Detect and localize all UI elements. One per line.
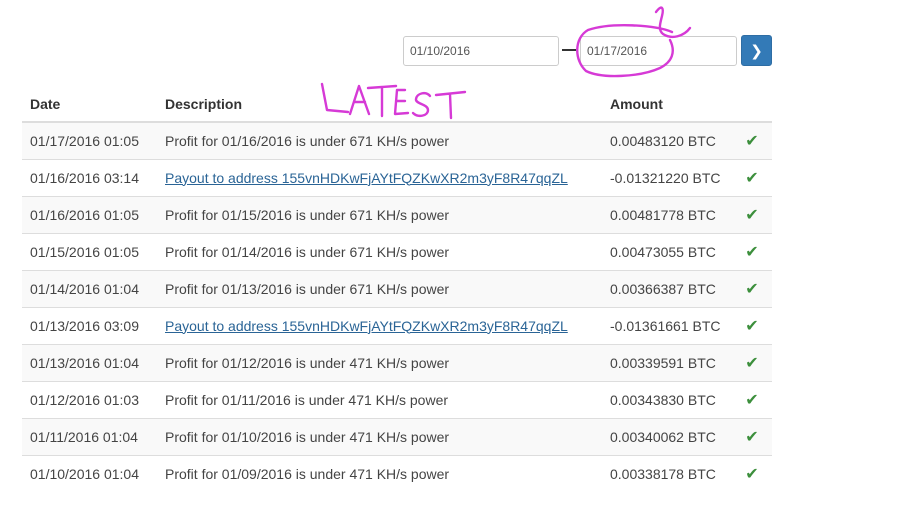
row-description-cell: Profit for 01/16/2016 is under 671 KH/s … bbox=[157, 121, 602, 159]
row-date: 01/10/2016 01:04 bbox=[22, 454, 157, 492]
row-amount: 0.00473055 BTC bbox=[602, 232, 732, 270]
row-description-cell: Profit for 01/15/2016 is under 671 KH/s … bbox=[157, 195, 602, 233]
row-description: Profit for 01/13/2016 is under 671 KH/s … bbox=[165, 280, 450, 297]
check-icon: ✔ bbox=[745, 465, 759, 483]
payout-address-link[interactable]: Payout to address 155vnHDKwFjAYtFQZKwXR2… bbox=[165, 318, 568, 334]
row-amount: 0.00481778 BTC bbox=[602, 195, 732, 233]
row-description-cell: Payout to address 155vnHDKwFjAYtFQZKwXR2… bbox=[157, 306, 602, 344]
row-description: Profit for 01/10/2016 is under 471 KH/s … bbox=[165, 428, 450, 445]
table-row: 01/15/2016 01:05 Profit for 01/14/2016 is… bbox=[22, 232, 772, 270]
row-description-cell: Profit for 01/09/2016 is under 471 KH/s … bbox=[157, 454, 602, 492]
check-icon: ✔ bbox=[745, 243, 759, 261]
column-header-amount: Amount bbox=[602, 86, 732, 123]
row-amount: 0.00340062 BTC bbox=[602, 417, 732, 455]
row-amount: 0.00343830 BTC bbox=[602, 380, 732, 418]
row-description-cell: Profit for 01/10/2016 is under 471 KH/s … bbox=[157, 417, 602, 455]
payout-address-link[interactable]: Payout to address 155vnHDKwFjAYtFQZKwXR2… bbox=[165, 170, 568, 186]
row-date: 01/15/2016 01:05 bbox=[22, 232, 157, 270]
table-row: 01/16/2016 03:14 Payout to address 155vnH… bbox=[22, 158, 772, 196]
row-amount: 0.00338178 BTC bbox=[602, 454, 732, 492]
row-description-cell: Profit for 01/11/2016 is under 471 KH/s … bbox=[157, 380, 602, 418]
row-date: 01/16/2016 01:05 bbox=[22, 195, 157, 233]
row-description: Profit for 01/15/2016 is under 671 KH/s … bbox=[165, 206, 450, 223]
row-date: 01/14/2016 01:04 bbox=[22, 269, 157, 307]
check-icon: ✔ bbox=[745, 317, 759, 335]
check-icon: ✔ bbox=[745, 280, 759, 298]
table-row: 01/13/2016 01:04 Profit for 01/12/2016 is… bbox=[22, 343, 772, 381]
row-status: ✔ bbox=[732, 232, 772, 270]
chevron-right-icon: ❯ bbox=[750, 42, 763, 60]
table-row: 01/10/2016 01:04 Profit for 01/09/2016 is… bbox=[22, 454, 772, 492]
row-amount: 0.00339591 BTC bbox=[602, 343, 732, 381]
row-status: ✔ bbox=[732, 417, 772, 455]
column-header-status bbox=[732, 86, 772, 123]
table-row: 01/12/2016 01:03 Profit for 01/11/2016 is… bbox=[22, 380, 772, 418]
row-description: Profit for 01/11/2016 is under 471 KH/s … bbox=[165, 391, 449, 408]
table-row: 01/16/2016 01:05 Profit for 01/15/2016 is… bbox=[22, 195, 772, 233]
annotation-flourish bbox=[654, 6, 692, 39]
row-date: 01/12/2016 01:03 bbox=[22, 380, 157, 418]
row-status: ✔ bbox=[732, 454, 772, 492]
table-row: 01/13/2016 03:09 Payout to address 155vnH… bbox=[22, 306, 772, 344]
check-icon: ✔ bbox=[745, 132, 759, 150]
check-icon: ✔ bbox=[745, 428, 759, 446]
transactions-body: 01/17/2016 01:05 Profit for 01/16/2016 is… bbox=[22, 121, 772, 492]
row-description: Profit for 01/14/2016 is under 671 KH/s … bbox=[165, 243, 450, 260]
row-status: ✔ bbox=[732, 306, 772, 344]
table-row: 01/11/2016 01:04 Profit for 01/10/2016 is… bbox=[22, 417, 772, 455]
from-date-input[interactable] bbox=[403, 36, 559, 66]
check-icon: ✔ bbox=[745, 391, 759, 409]
row-description: Profit for 01/12/2016 is under 471 KH/s … bbox=[165, 354, 450, 371]
row-date: 01/16/2016 03:14 bbox=[22, 158, 157, 196]
row-date: 01/13/2016 03:09 bbox=[22, 306, 157, 344]
row-status: ✔ bbox=[732, 343, 772, 381]
to-date-input[interactable] bbox=[580, 36, 737, 66]
table-row: 01/14/2016 01:04 Profit for 01/13/2016 is… bbox=[22, 269, 772, 307]
check-icon: ✔ bbox=[745, 206, 759, 224]
column-header-description: Description bbox=[157, 86, 602, 123]
row-description-cell: Profit for 01/12/2016 is under 471 KH/s … bbox=[157, 343, 602, 381]
row-description-cell: Payout to address 155vnHDKwFjAYtFQZKwXR2… bbox=[157, 158, 602, 196]
row-amount: -0.01321220 BTC bbox=[602, 158, 732, 196]
row-amount: 0.00483120 BTC bbox=[602, 121, 732, 159]
row-date: 01/13/2016 01:04 bbox=[22, 343, 157, 381]
row-status: ✔ bbox=[732, 195, 772, 233]
row-status: ✔ bbox=[732, 269, 772, 307]
row-status: ✔ bbox=[732, 158, 772, 196]
row-date: 01/17/2016 01:05 bbox=[22, 121, 157, 159]
check-icon: ✔ bbox=[745, 169, 759, 187]
row-description-cell: Profit for 01/14/2016 is under 671 KH/s … bbox=[157, 232, 602, 270]
table-header-row: Date Description Amount bbox=[22, 86, 772, 123]
table-row: 01/17/2016 01:05 Profit for 01/16/2016 is… bbox=[22, 121, 772, 159]
row-description: Profit for 01/16/2016 is under 671 KH/s … bbox=[165, 132, 450, 149]
row-amount: -0.01361661 BTC bbox=[602, 306, 732, 344]
row-amount: 0.00366387 BTC bbox=[602, 269, 732, 307]
row-description: Profit for 01/09/2016 is under 471 KH/s … bbox=[165, 465, 450, 482]
column-header-date: Date bbox=[22, 86, 157, 123]
row-status: ✔ bbox=[732, 121, 772, 159]
transactions-table: Date Description Amount 01/17/2016 01:05… bbox=[22, 86, 772, 492]
row-status: ✔ bbox=[732, 380, 772, 418]
apply-date-range-button[interactable]: ❯ bbox=[741, 35, 772, 66]
row-description-cell: Profit for 01/13/2016 is under 671 KH/s … bbox=[157, 269, 602, 307]
date-range-separator bbox=[562, 49, 576, 51]
check-icon: ✔ bbox=[745, 354, 759, 372]
row-date: 01/11/2016 01:04 bbox=[22, 417, 157, 455]
